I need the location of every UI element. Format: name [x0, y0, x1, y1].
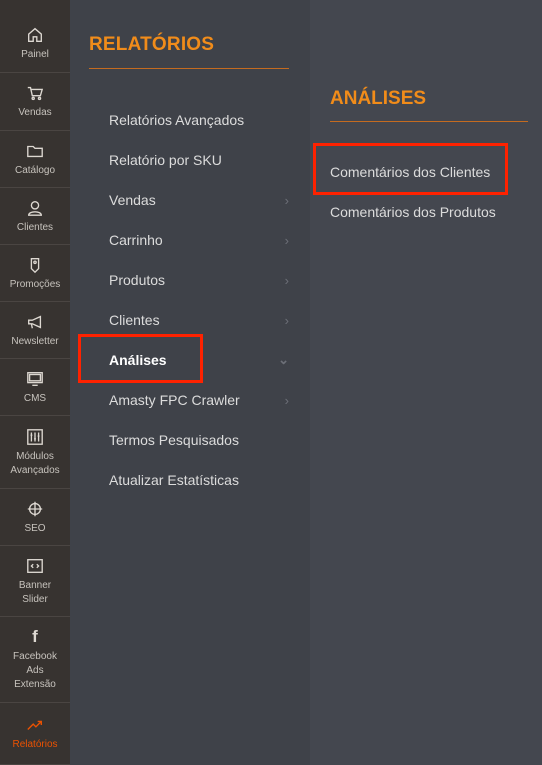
- rail-item-painel[interactable]: Painel: [0, 14, 70, 73]
- chevron-right-icon: ›: [284, 192, 289, 208]
- code-icon: [25, 556, 45, 576]
- menu-item-label: Carrinho: [109, 232, 163, 248]
- menu-item-termos-pesquisados[interactable]: Termos Pesquisados: [109, 420, 289, 460]
- rail-item-seo[interactable]: SEO: [0, 489, 70, 546]
- reports-panel-title: RELATÓRIOS: [89, 34, 215, 55]
- title-divider: [330, 121, 528, 122]
- trend-icon: [25, 715, 45, 735]
- rail-item-modulos-avancados[interactable]: Módulos Avançados: [0, 416, 70, 489]
- menu-item-produtos[interactable]: Produtos ›: [109, 260, 289, 300]
- chevron-down-icon: ⌄: [278, 352, 289, 367]
- menu-item-analises[interactable]: Análises ⌄: [109, 340, 289, 380]
- target-icon: [25, 499, 45, 519]
- rail-item-label: Catálogo: [14, 164, 56, 176]
- rail-item-label: SEO: [24, 522, 46, 534]
- tag-icon: [25, 255, 45, 275]
- menu-item-relatorio-por-sku[interactable]: Relatório por SKU: [109, 140, 289, 180]
- chevron-right-icon: ›: [284, 232, 289, 248]
- menu-item-label: Clientes: [109, 312, 160, 328]
- rail-item-relatorios[interactable]: Relatórios: [0, 703, 70, 765]
- menu-item-relatorios-avancados[interactable]: Relatórios Avançados: [109, 100, 289, 140]
- rail-item-newsletter[interactable]: Newsletter: [0, 302, 70, 359]
- user-icon: [25, 198, 45, 218]
- megaphone-icon: [25, 312, 45, 332]
- menu-item-amasty-fpc-crawler[interactable]: Amasty FPC Crawler ›: [109, 380, 289, 420]
- rail-item-label: Relatórios: [12, 739, 58, 750]
- chevron-right-icon: ›: [284, 312, 289, 328]
- menu-item-carrinho[interactable]: Carrinho ›: [109, 220, 289, 260]
- rail-item-label: Painel: [21, 48, 49, 60]
- reports-menu-panel: RELATÓRIOS Relatórios Avançados Relatóri…: [70, 0, 310, 765]
- submenu-item-comentarios-clientes[interactable]: Comentários dos Clientes: [330, 152, 490, 192]
- menu-item-atualizar-estatisticas[interactable]: Atualizar Estatísticas: [109, 460, 289, 500]
- rail-item-clientes[interactable]: Clientes: [0, 188, 70, 245]
- menu-item-label: Termos Pesquisados: [109, 432, 239, 448]
- chevron-right-icon: ›: [284, 392, 289, 408]
- rail-item-label: Módulos Avançados: [10, 450, 60, 476]
- menu-item-label: Amasty FPC Crawler: [109, 392, 240, 408]
- menu-item-label: Relatório por SKU: [109, 152, 222, 168]
- rail-item-vendas[interactable]: Vendas: [0, 73, 70, 131]
- menu-item-vendas[interactable]: Vendas ›: [109, 180, 289, 220]
- facebook-icon: f: [32, 627, 38, 646]
- rail-item-label: Banner Slider: [18, 579, 52, 605]
- monitor-icon: [25, 369, 45, 389]
- menu-item-label: Relatórios Avançados: [109, 112, 245, 128]
- rail-item-label: Facebook Ads Extensão: [13, 651, 57, 690]
- rail-item-facebook-ads[interactable]: f Facebook Ads Extensão: [0, 617, 70, 703]
- menu-item-label: Produtos: [109, 272, 166, 288]
- rail-item-label: Vendas: [18, 107, 52, 118]
- admin-sidebar-rail: Painel Vendas Catálogo Clientes Promoçõe…: [0, 0, 70, 765]
- menu-item-clientes[interactable]: Clientes ›: [109, 300, 289, 340]
- rail-item-cms[interactable]: CMS: [0, 359, 70, 416]
- home-icon: [25, 25, 45, 45]
- rail-item-label: Newsletter: [11, 335, 59, 347]
- rail-item-promocoes[interactable]: Promoções: [0, 245, 70, 302]
- title-divider: [89, 68, 289, 69]
- analises-submenu-panel: ANÁLISES Comentários dos Clientes Coment…: [310, 0, 542, 765]
- chevron-right-icon: ›: [284, 272, 289, 288]
- cart-icon: [25, 83, 45, 103]
- menu-item-label: Análises: [109, 352, 167, 368]
- folder-icon: [25, 141, 45, 161]
- menu-item-label: Vendas: [109, 192, 156, 208]
- submenu-item-comentarios-produtos[interactable]: Comentários dos Produtos: [330, 192, 496, 232]
- rail-item-label: Promoções: [9, 278, 61, 290]
- sliders-icon: [25, 427, 45, 447]
- rail-item-catalogo[interactable]: Catálogo: [0, 131, 70, 188]
- analises-panel-title: ANÁLISES: [330, 88, 427, 109]
- rail-item-banner-slider[interactable]: Banner Slider: [0, 546, 70, 617]
- menu-item-label: Atualizar Estatísticas: [109, 472, 239, 488]
- rail-item-label: CMS: [23, 392, 47, 404]
- rail-item-label: Clientes: [16, 221, 54, 233]
